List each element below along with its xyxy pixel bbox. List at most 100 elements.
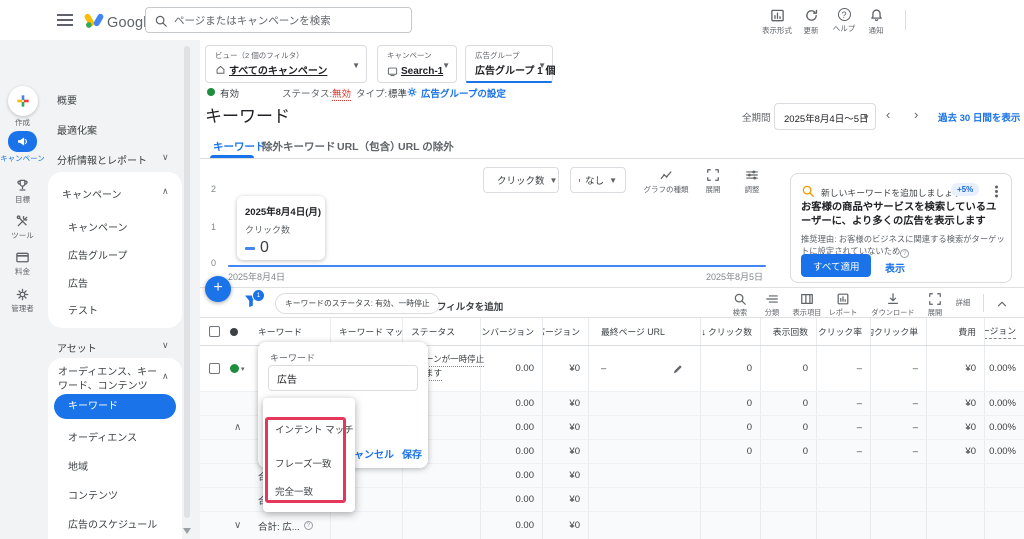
metric1-selector[interactable]: クリック数 ▼ xyxy=(483,167,559,193)
sort-desc-icon: ↓ xyxy=(701,326,707,337)
filter-button[interactable]: 1 xyxy=(243,289,265,309)
rail-item-create[interactable]: 作成 xyxy=(0,86,45,127)
save-button[interactable]: 保存 xyxy=(402,446,422,461)
col-final-url[interactable]: 最終ページ URL xyxy=(588,318,700,345)
report-chart-icon xyxy=(837,293,849,305)
col-avg-cpc[interactable]: 平均クリック単 xyxy=(870,318,926,345)
help-icon[interactable]: ? xyxy=(900,249,910,259)
sidebar-item-overview[interactable]: 概要 xyxy=(57,92,77,107)
rail-item-campaigns[interactable]: キャンペーン xyxy=(0,131,45,163)
topbar: Google 広告 表示形式 更新 ? ヘルプ xyxy=(0,0,1024,40)
status-caret-icon[interactable]: ▾ xyxy=(241,365,245,373)
tab-url-exclusion[interactable]: URL の除外 xyxy=(398,139,454,154)
columns-icon xyxy=(801,294,813,304)
col-keyword-match[interactable]: キーワード マッチ xyxy=(330,318,402,345)
tabs-divider xyxy=(200,158,1024,159)
col-clicks-sorted[interactable]: ↓ クリック数 xyxy=(700,318,760,345)
chevron-up-icon[interactable]: ∧ xyxy=(162,371,169,382)
collapse-group-icon[interactable]: ∧ xyxy=(234,422,241,433)
create-plus-icon xyxy=(7,86,38,116)
sidebar-item-ads[interactable]: 広告 xyxy=(68,275,88,290)
sidebar-item-adgroup[interactable]: 広告グループ xyxy=(68,247,127,262)
campaign-paused-note[interactable]: ーンが一時停止 ます xyxy=(425,353,485,382)
sidebar-group-campaign[interactable]: キャンペーン xyxy=(62,186,122,201)
add-keyword-fab[interactable]: + xyxy=(205,276,231,302)
tab-url-inclusion[interactable]: URL（包含） xyxy=(337,139,401,154)
date-range-selector[interactable]: 2025年8月4日～5日 ▼ xyxy=(774,103,876,130)
col-keyword[interactable]: キーワード xyxy=(252,318,330,345)
edit-pencil-icon[interactable] xyxy=(672,363,684,375)
keyword-input[interactable] xyxy=(268,365,418,391)
scrollbar-down-arrow-icon[interactable] xyxy=(183,528,191,534)
collapse-table-button[interactable] xyxy=(995,297,1009,311)
sidebar-item-keywords-selected[interactable]: キーワード xyxy=(54,394,176,419)
status-filter-chip[interactable]: キーワードのステータス: 有効、一時停止 xyxy=(275,293,440,314)
notifications-button[interactable]: 通知 xyxy=(861,8,891,38)
status-value[interactable]: 無効 xyxy=(332,86,352,101)
rail-item-billing[interactable]: 料金 xyxy=(0,250,45,276)
help-button[interactable]: ? ヘルプ xyxy=(829,8,859,38)
select-all-checkbox[interactable] xyxy=(209,326,220,337)
sidebar-item-campaign[interactable]: キャンペーン xyxy=(68,219,128,234)
global-search[interactable] xyxy=(145,7,412,33)
table-more-button[interactable]: 詳細 xyxy=(938,292,988,308)
sidebar-item-locations[interactable]: 地域 xyxy=(68,458,88,473)
view-link[interactable]: 表示 xyxy=(885,260,905,275)
chevron-down-icon[interactable]: ∨ xyxy=(162,152,169,163)
sidebar-item-content[interactable]: コンテンツ xyxy=(68,487,118,502)
sidebar-item-audiences[interactable]: オーディエンス xyxy=(68,429,137,444)
menu-icon[interactable] xyxy=(57,19,73,21)
display-format-button[interactable]: 表示形式 xyxy=(760,8,794,38)
metric2-selector[interactable]: なし ▼ xyxy=(570,167,626,193)
google-ads-logo-icon xyxy=(84,13,104,28)
settings-gear-icon[interactable] xyxy=(406,86,418,98)
view-selector[interactable]: ビュー（2 個のフィルタ） すべてのキャンペーン ▼ xyxy=(205,45,367,83)
sidebar-item-ad-schedule[interactable]: 広告のスケジュール xyxy=(68,516,157,531)
search-input[interactable] xyxy=(172,9,406,33)
enabled-dot xyxy=(207,88,215,99)
campaign-selector[interactable]: キャンペーン Search-1 ▼ xyxy=(377,45,457,83)
row-checkbox[interactable] xyxy=(209,363,220,374)
chevron-up-icon[interactable]: ∧ xyxy=(162,186,169,197)
sidebar-scrollbar[interactable] xyxy=(184,46,190,518)
col-conversion-rate[interactable]: コンバージョン xyxy=(984,318,1024,345)
chart-type-button[interactable]: グラフの種類 xyxy=(641,168,691,195)
sidebar-group-audience[interactable]: オーディエンス、キーワード、コンテンツ xyxy=(58,366,162,393)
col-cost[interactable]: 費用 xyxy=(926,318,984,345)
adgroup-settings-link[interactable]: 広告グループの設定 xyxy=(421,86,506,100)
apply-all-button[interactable]: すべて適用 xyxy=(801,254,872,277)
chevron-down-icon[interactable]: ∨ xyxy=(162,340,169,351)
table-row-grand-total[interactable]: ∨ 合計: 広...? 0.00 ¥0 xyxy=(200,512,1024,539)
rail-item-admin[interactable]: 管理者 xyxy=(0,287,45,313)
col-impressions[interactable]: 表示回数 xyxy=(760,318,816,345)
sidebar-item-optimization[interactable]: 最適化案 xyxy=(57,122,97,137)
enabled-label[interactable]: 有効 xyxy=(220,86,239,100)
add-filter-button[interactable]: フィルタを追加 xyxy=(437,299,503,313)
sidebar-item-experiments[interactable]: テスト xyxy=(68,302,98,317)
chart-adjust-button[interactable]: 調整 xyxy=(737,168,767,195)
chart-expand-button[interactable]: 展開 xyxy=(698,168,728,195)
y-tick-2: 2 xyxy=(210,184,216,194)
col-ctr[interactable]: クリック率 xyxy=(816,318,870,345)
display-format-icon xyxy=(770,9,784,22)
col-status[interactable]: ステータス xyxy=(402,318,480,345)
chevron-up-icon xyxy=(997,301,1007,307)
tab-negative-keywords[interactable]: 除外キーワード xyxy=(262,139,336,154)
expand-group-icon[interactable]: ∨ xyxy=(234,520,241,531)
tab-keywords[interactable]: キーワード xyxy=(213,139,266,154)
sidebar: 概要 最適化案 分析情報とレポート ∨ キャンペーン ∧ キャンペーン 広告グル… xyxy=(45,40,200,539)
col-conversions-2[interactable]: コンバージョン xyxy=(542,318,588,345)
prev-period-button[interactable]: ‹ xyxy=(886,107,890,122)
next-period-button[interactable]: › xyxy=(914,107,918,122)
report-button[interactable]: レポート xyxy=(818,292,868,318)
sidebar-item-insights[interactable]: 分析情報とレポート xyxy=(57,152,147,167)
more-options-icon[interactable] xyxy=(995,190,998,193)
sidebar-item-assets[interactable]: アセット xyxy=(57,340,97,355)
rail-item-goals[interactable]: 目標 xyxy=(0,178,45,204)
last-30-days-link[interactable]: 過去 30 日間を表示 xyxy=(938,110,1020,124)
rail-item-tools[interactable]: ツール xyxy=(0,214,45,240)
help-icon[interactable]: ? xyxy=(303,521,313,530)
col-conversions-1[interactable]: コンバージョン xyxy=(480,318,542,345)
refresh-button[interactable]: 更新 xyxy=(796,8,826,38)
adgroup-selector[interactable]: 広告グループ 広告グループ 1 個 ▼ xyxy=(465,45,556,83)
